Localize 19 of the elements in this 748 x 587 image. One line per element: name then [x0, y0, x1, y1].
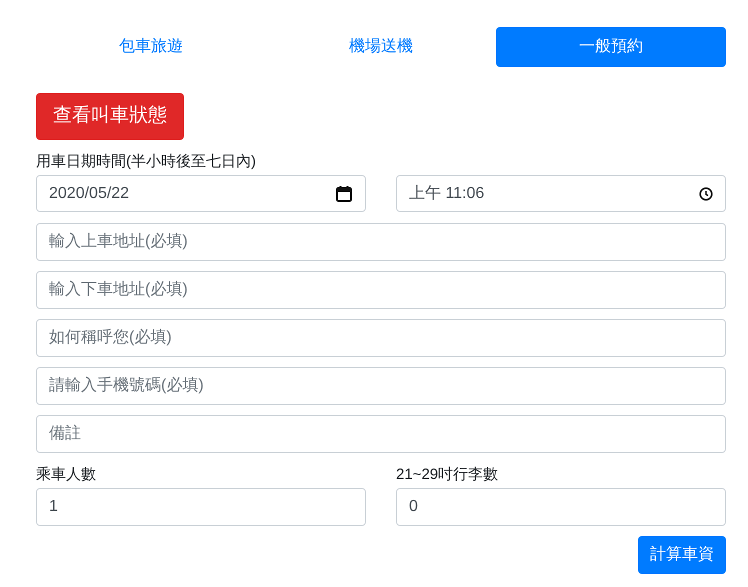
input-field[interactable]: 輸入上車地址(必填) [36, 223, 726, 261]
input-field[interactable]: 請輸入手機號碼(必填) [36, 367, 726, 405]
date-field[interactable]: 2020/05/22 [36, 175, 366, 212]
number-field[interactable]: 1 [36, 488, 366, 526]
input-field[interactable]: 輸入下車地址(必填) [36, 271, 726, 309]
time-field[interactable]: 上午 11:06 [396, 175, 726, 212]
calculate-fare-button[interactable]: 計算車資 [638, 536, 726, 574]
date-value: 2020/05/22 [49, 184, 130, 204]
field-label: 21~29吋行李數 [396, 465, 500, 485]
check-status-button[interactable]: 查看叫車狀態 [36, 93, 184, 140]
clock-icon [699, 186, 713, 200]
tab[interactable]: 一般預約 [496, 27, 726, 67]
number-field[interactable]: 0 [396, 488, 726, 526]
calendar-icon [335, 184, 353, 202]
input-field[interactable]: 備註 [36, 415, 726, 453]
field-label: 用車日期時間(半小時後至七日內) [36, 152, 257, 172]
time-value: 上午 11:06 [409, 184, 484, 204]
input-field[interactable]: 如何稱呼您(必填) [36, 319, 726, 357]
field-label: 乘車人數 [36, 465, 97, 485]
